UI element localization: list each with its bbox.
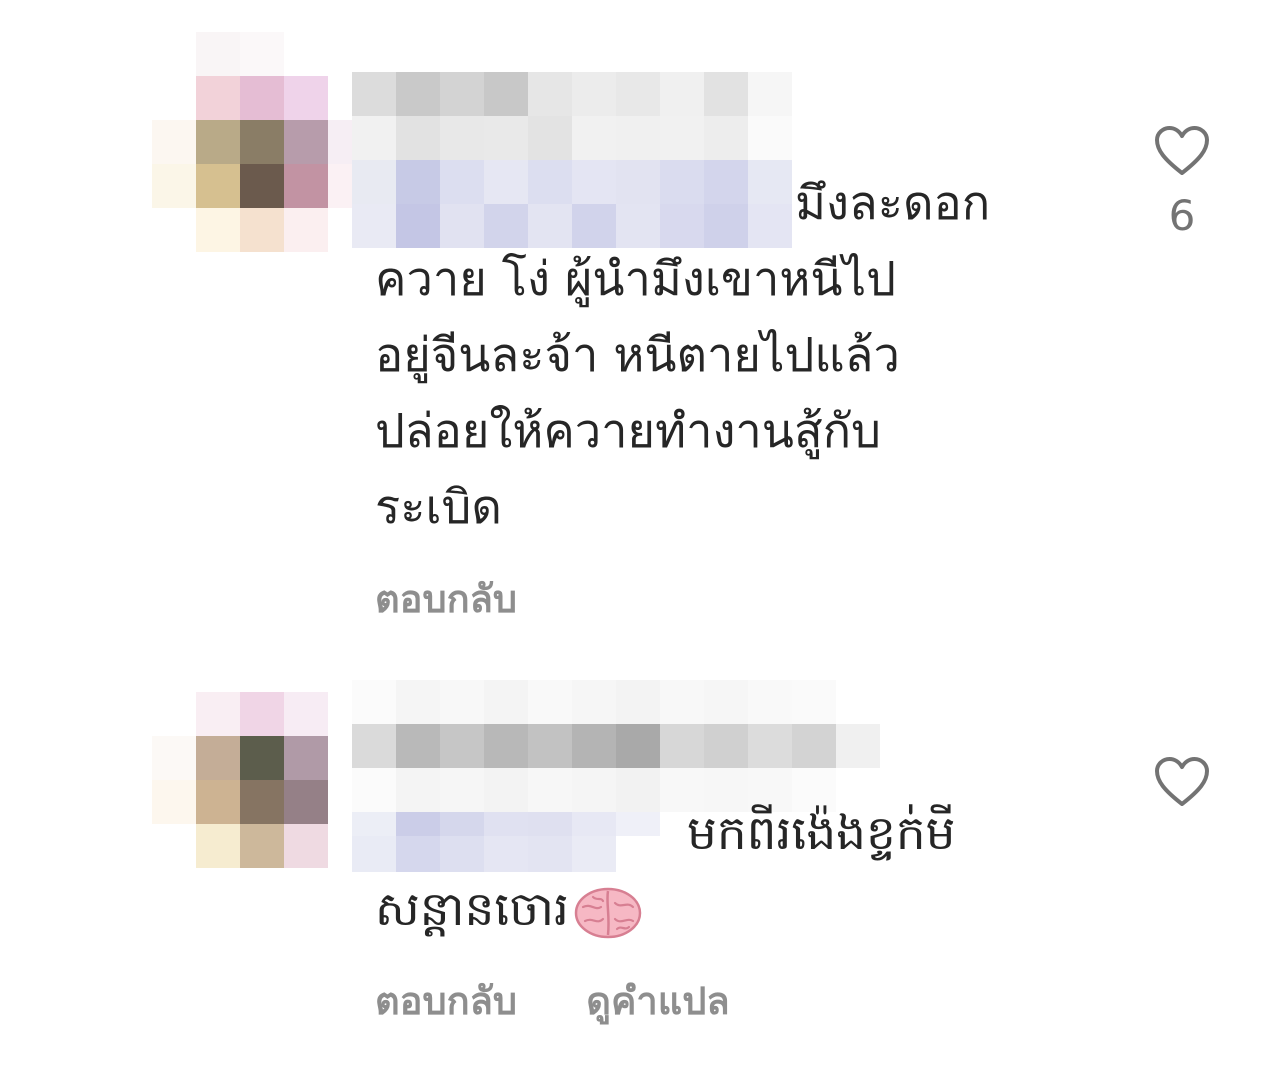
comment-text-line: ควาย โง่ ผู้นำมึงเขาหนีไป [375,252,896,307]
comment-text: មកពីរង៉េងខ្ទក់មី សន្តានចោរ [375,796,1035,948]
heart-outline-icon [1155,757,1209,806]
avatar-pixelated[interactable] [152,692,372,912]
comment-text-first-line: มึงละดอก [795,176,991,231]
avatar-pixelated[interactable] [152,32,372,252]
comment-actions: ตอบกลับ ดูคำแปล [375,970,786,1031]
reply-button[interactable]: ตอบกลับ [375,577,517,621]
see-translation-button[interactable]: ดูคำแปล [586,979,729,1023]
comment-text-line-text: សន្តានចោរ [375,882,569,937]
like-button[interactable]: 6 [1150,125,1214,240]
comment-actions: ตอบกลับ [375,568,573,629]
comment-text-line: อยู่จีนละจ้า หนีตายไปแล้ว [375,328,900,383]
heart-outline-icon [1155,126,1209,175]
brain-emoji-icon [574,887,642,938]
comment-text-line: ระเบิด [375,480,502,535]
like-count: 6 [1168,191,1196,240]
comment-text-line: ปล่อยให้ควายทำงานสู้กับ [375,404,881,459]
comment-text-first-line: មកពីរង៉េងខ្ទក់មី [687,806,956,861]
reply-button[interactable]: ตอบกลับ [375,979,517,1023]
comment-text: มึงละดอก ควาย โง่ ผู้นำมึงเขาหนีไป อยู่จ… [375,166,1035,546]
comment-text-line: សន្តានចោរ [375,872,1035,948]
like-button[interactable] [1150,756,1214,808]
